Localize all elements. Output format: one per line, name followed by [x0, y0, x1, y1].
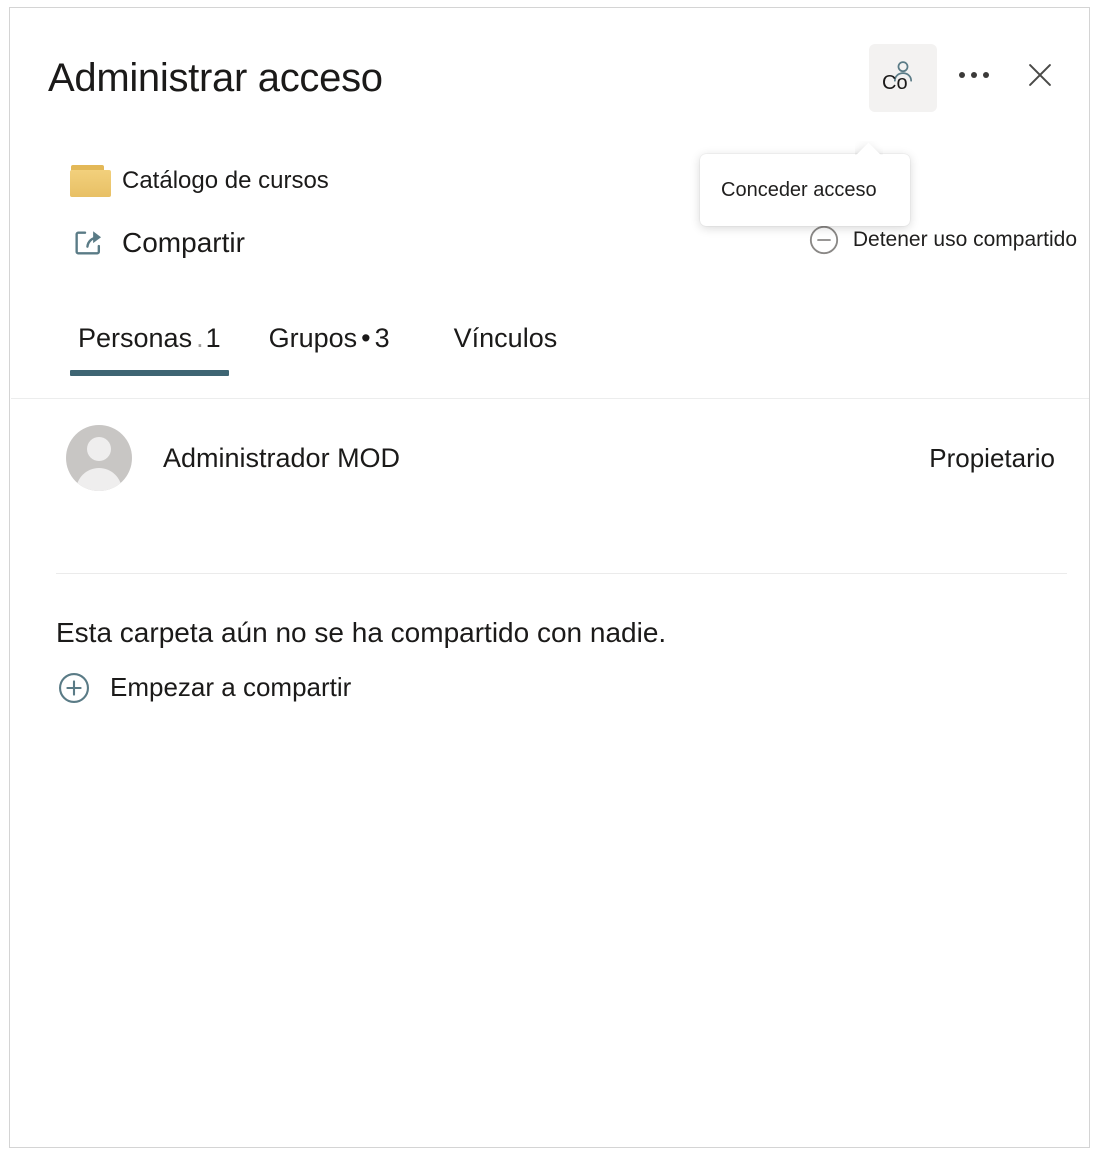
tooltip-arrow — [855, 141, 883, 155]
tab-grupos-separator: • — [361, 323, 371, 353]
access-tabs: Personas .1 Grupos • 3 Vínculos — [70, 323, 565, 378]
avatar — [66, 425, 132, 491]
tab-vinculos[interactable]: Vínculos — [446, 323, 566, 378]
grant-access-tooltip: Conceder acceso — [700, 154, 910, 226]
grant-access-button[interactable]: Co — [869, 44, 937, 112]
tab-grupos[interactable]: Grupos • 3 — [261, 323, 398, 378]
header-actions: Co — [869, 44, 1069, 112]
share-icon — [70, 224, 122, 262]
tabs-underline — [11, 398, 1089, 399]
tooltip-text: Conceder acceso — [721, 178, 877, 201]
start-sharing-label: Empezar a compartir — [110, 672, 352, 703]
share-row[interactable]: Compartir — [70, 220, 329, 266]
folder-icon — [70, 165, 122, 197]
tab-personas-separator: . — [196, 323, 204, 353]
item-meta: Catálogo de cursos Compartir — [70, 158, 329, 266]
share-label: Compartir — [122, 227, 245, 258]
tab-personas-label: Personas — [78, 323, 193, 353]
plus-circle-icon — [56, 670, 92, 706]
more-options-button[interactable] — [945, 44, 1003, 106]
tab-grupos-count: 3 — [374, 323, 390, 353]
list-divider — [56, 573, 1067, 574]
tab-grupos-label: Grupos — [268, 323, 358, 353]
people-list: Administrador MOD Propietario — [10, 408, 1089, 508]
tab-personas-count: 1 — [205, 323, 221, 353]
tab-vinculos-label: Vínculos — [453, 323, 558, 353]
stop-sharing-label: Detener uso compartido — [852, 228, 1077, 251]
page-title: Administrar acceso — [48, 56, 383, 100]
person-name: Administrador MOD — [163, 442, 401, 473]
start-sharing-button[interactable]: Empezar a compartir — [56, 670, 351, 706]
manage-access-panel: Administrar acceso Co Conceder acceso Ca… — [9, 7, 1090, 1148]
ellipsis-icon — [959, 72, 989, 78]
close-icon — [1023, 58, 1057, 92]
folder-name: Catálogo de cursos — [122, 167, 329, 194]
grant-access-button-label: Co — [882, 72, 908, 94]
folder-row: Catálogo de cursos — [70, 158, 329, 204]
list-item[interactable]: Administrador MOD Propietario — [10, 408, 1089, 508]
close-button[interactable] — [1011, 44, 1069, 106]
panel-header: Administrar acceso Co Conceder acceso Ca… — [10, 8, 1089, 399]
stop-sharing-button[interactable]: Detener uso compartido — [807, 223, 1077, 257]
minus-circle-icon — [807, 223, 841, 257]
tab-personas[interactable]: Personas .1 — [70, 323, 229, 378]
empty-state: Esta carpeta aún no se ha compartido con… — [56, 616, 1069, 706]
empty-state-message: Esta carpeta aún no se ha compartido con… — [56, 617, 667, 648]
person-role: Propietario — [929, 442, 1055, 473]
